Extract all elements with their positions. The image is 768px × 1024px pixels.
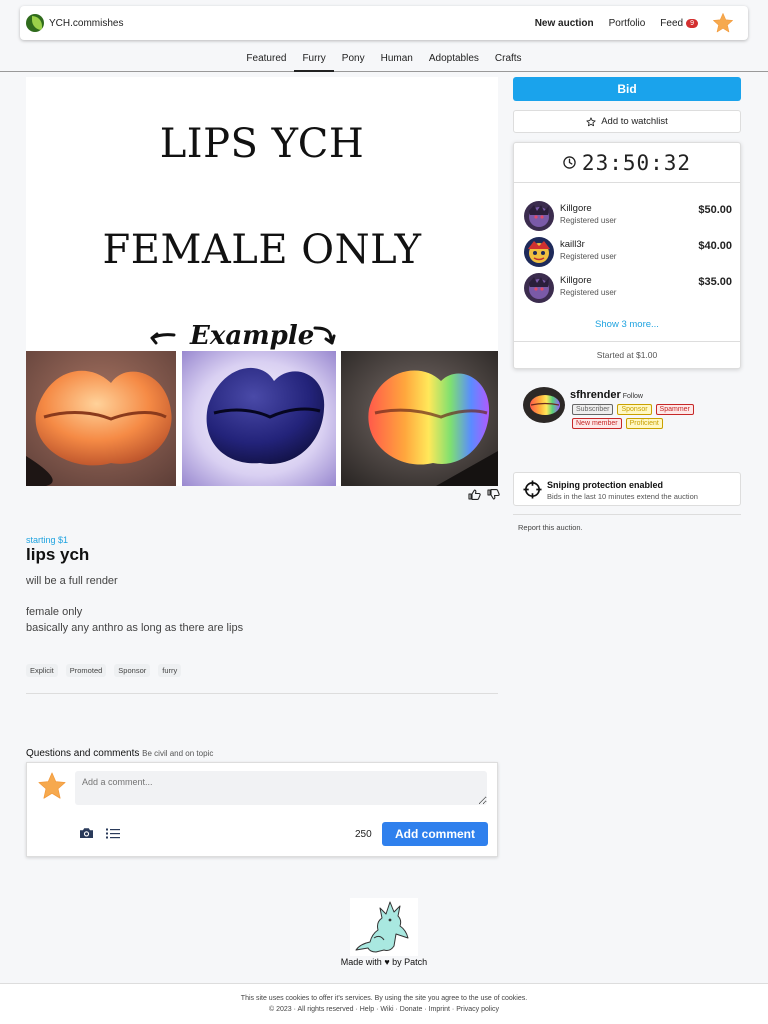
bidder-avatar[interactable] [524, 237, 554, 267]
footer: This site uses cookies to offer it's ser… [0, 983, 768, 1024]
arrow-left-icon [150, 332, 176, 345]
auction-description-line: will be a full render [26, 575, 118, 587]
follow-button[interactable]: Follow [623, 393, 643, 400]
tab-human[interactable]: Human [373, 50, 421, 72]
hero-example-label: Example [190, 321, 315, 351]
tag-explicit[interactable]: Explicit [26, 664, 58, 677]
camera-icon[interactable] [79, 827, 94, 839]
cookie-notice: This site uses cookies to offer it's ser… [240, 995, 528, 1002]
bid-amount: $35.00 [698, 276, 732, 288]
add-to-watchlist-button[interactable]: Add to watchlist [513, 110, 741, 133]
badge-new-member: New member [572, 418, 622, 429]
brand-logo-icon [26, 14, 44, 32]
started-at-label: Started at $1.00 [514, 341, 740, 369]
made-with-credit: Made with ♥ by Patch [340, 957, 428, 967]
bidder-role: Registered user [560, 216, 617, 225]
tag-promoted[interactable]: Promoted [65, 664, 107, 677]
tab-furry[interactable]: Furry [294, 50, 334, 72]
thumbs-up-icon[interactable] [468, 489, 481, 500]
commenter-avatar-star-icon [38, 772, 66, 799]
sniping-protection-notice: Sniping protection enabled Bids in the l… [513, 472, 741, 506]
sniping-text: Bids in the last 10 minutes extend the a… [547, 492, 698, 501]
star-outline-icon [586, 116, 596, 126]
report-auction-link[interactable]: Report this auction. [518, 523, 583, 532]
brand-name: YCH.commishes [49, 17, 124, 29]
comment-input[interactable] [75, 771, 487, 805]
tab-adoptables[interactable]: Adoptables [421, 50, 487, 72]
tag-sponsor[interactable]: Sponsor [114, 664, 151, 677]
comment-form: 250 Add comment [26, 762, 498, 857]
auction-description-line: female only [26, 606, 83, 618]
bid-row: Killgore Registered user $35.00 [524, 273, 732, 303]
footer-links[interactable]: © 2023 · All rights reserved · Help · Wi… [0, 1004, 768, 1015]
auction-tags: Explicit Promoted Sponsor furry [26, 664, 189, 677]
thumbs-down-icon[interactable] [487, 489, 500, 500]
crosshair-icon [523, 480, 542, 499]
bid-history-card: 23:50:32 Killgore Registered user $50.00 ka… [513, 142, 741, 369]
auction-image[interactable]: LIPS YCH FEMALE ONLY Example [26, 77, 498, 486]
bidder-avatar[interactable] [524, 273, 554, 303]
bid-row: kaill3r Registered user $40.00 [524, 237, 732, 267]
badge-proficient: Proficient [625, 418, 663, 429]
character-count: 250 [355, 829, 372, 840]
badge-spammer: Spammer [655, 404, 694, 415]
badge-subscriber: Subscriber [572, 404, 614, 415]
category-tabs: Featured Furry Pony Human Adoptables Crafts [0, 50, 768, 72]
bidder-role: Registered user [560, 288, 617, 297]
watchlist-label: Add to watchlist [601, 116, 668, 127]
tab-pony[interactable]: Pony [334, 50, 373, 72]
tab-featured[interactable]: Featured [238, 50, 294, 72]
bidder-name[interactable]: Killgore [560, 275, 592, 286]
vote-buttons [462, 489, 500, 500]
bidder-role: Registered user [560, 252, 617, 261]
seller-badges: Subscriber Sponsor Spammer New member Profic… [572, 404, 732, 432]
auction-description-line: basically any anthro as long as there ar… [26, 622, 244, 634]
timer-value: 23:50:32 [581, 150, 692, 175]
comments-heading: Questions and comments Be civil and on t… [26, 748, 213, 759]
starting-price: starting $1 [26, 535, 69, 545]
divider [513, 514, 741, 515]
add-comment-button[interactable]: Add comment [382, 822, 488, 846]
hero-title-line1: LIPS YCH [159, 121, 365, 167]
brand-link[interactable]: YCH.commishes [26, 14, 123, 32]
portfolio-link[interactable]: Portfolio [609, 18, 646, 29]
bid-amount: $40.00 [698, 240, 732, 252]
new-auction-link[interactable]: New auction [535, 18, 594, 29]
seller-name[interactable]: sfhrender [570, 389, 621, 401]
tag-furry[interactable]: furry [158, 664, 182, 677]
seller-name-row: sfhrender Follow [570, 389, 643, 401]
lips-example-orange [26, 351, 176, 486]
bidder-name[interactable]: kaill3r [560, 239, 585, 250]
feed-count-badge: 9 [686, 18, 698, 28]
bid-button[interactable]: Bid [513, 77, 741, 101]
divider [26, 693, 498, 694]
comments-heading-title: Questions and comments [26, 748, 140, 759]
hero-title-line2: FEMALE ONLY [102, 227, 422, 273]
bid-amount: $50.00 [698, 204, 732, 216]
auction-title: lips ych [26, 545, 90, 564]
tab-crafts[interactable]: Crafts [487, 50, 530, 72]
show-more-bids-link[interactable]: Show 3 more... [514, 319, 740, 330]
feed-link[interactable]: Feed 9 [660, 18, 698, 29]
lips-example-purple [182, 351, 336, 486]
bidder-name[interactable]: Killgore [560, 203, 592, 214]
mascot-dragon-image [350, 898, 418, 956]
user-avatar-star-icon[interactable] [712, 12, 734, 34]
bid-row: Killgore Registered user $50.00 [524, 201, 732, 231]
sniping-title: Sniping protection enabled [547, 480, 664, 490]
bidder-avatar[interactable] [524, 201, 554, 231]
comments-subheading: Be civil and on topic [142, 749, 214, 758]
clock-icon [563, 156, 576, 169]
badge-sponsor: Sponsor [617, 404, 652, 415]
list-icon[interactable] [106, 828, 120, 839]
lips-example-rainbow [341, 351, 498, 486]
top-navbar: YCH.commishes New auction Portfolio Feed… [20, 6, 748, 40]
seller-avatar[interactable] [523, 387, 565, 423]
feed-label: Feed [660, 17, 684, 29]
countdown-timer: 23:50:32 [514, 143, 740, 183]
arrow-down-icon [313, 326, 336, 345]
